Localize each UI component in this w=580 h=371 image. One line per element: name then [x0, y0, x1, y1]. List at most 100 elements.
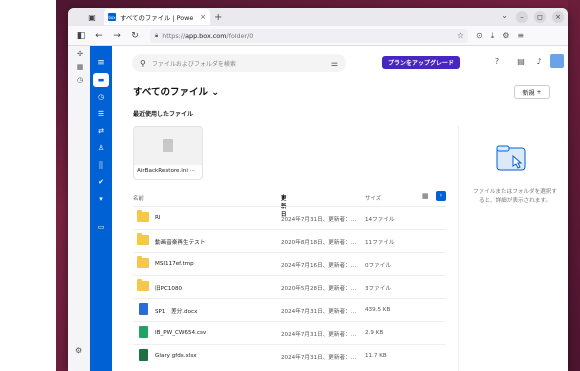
grid-view-icon[interactable]: ▦	[422, 192, 429, 200]
excel-file-icon	[139, 349, 148, 361]
title-dropdown-icon[interactable]: ⌄	[208, 87, 219, 98]
url-prefix: https://	[162, 31, 186, 40]
puzzle-icon[interactable]: ✣	[70, 50, 90, 58]
address-bar[interactable]: 🔒︎ https:// app.box.com /folder/0 ☆	[150, 28, 468, 43]
lock-icon: 🔒︎	[155, 31, 159, 39]
table-row[interactable]: Glary gfds.xlsx 2024年7月31日、更新者：… 11.7 KB	[133, 344, 446, 367]
header-size[interactable]: サイズ	[365, 194, 381, 202]
table-row[interactable]: MSI117ef.tmp 2024年7月16日、更新者：… 0ファイル	[133, 252, 446, 275]
apps-icon[interactable]: ⣿	[90, 158, 112, 172]
new-tab-button[interactable]: +	[214, 12, 222, 23]
details-panel: ファイルまたはフォルダを選択すると、詳細が表示されます。	[458, 126, 568, 371]
file-date: 2020年5月28日、更新者：…	[281, 286, 357, 292]
maximize-button[interactable]: ◻	[534, 11, 546, 23]
file-date: 2024年7月31日、更新者：…	[281, 355, 357, 361]
new-button[interactable]: 新規 +	[514, 85, 550, 99]
recent-heading: 最近使用したファイル	[133, 111, 194, 118]
check-icon[interactable]: ✔	[90, 175, 112, 189]
table-row[interactable]: IB_PW_CW654.csv 2024年7月31日、更新者：… 2.9 KB	[133, 321, 446, 344]
page-title-text: すべてのファイル	[133, 87, 208, 98]
extensions-icon[interactable]: ⚙	[502, 31, 509, 40]
file-date: 2024年7月31日、更新者：…	[281, 332, 357, 338]
history-icon[interactable]: ◷	[70, 76, 90, 84]
recent-file-name: AirBackRestore.ini ···	[137, 168, 195, 174]
trash-icon[interactable]: ▾	[90, 192, 112, 206]
folder-icon	[137, 256, 149, 268]
clipboard-icon[interactable]: ▤	[516, 57, 526, 67]
tab-box-files[interactable]: box すべてのファイル | Powe ×	[104, 9, 210, 25]
folder-icon	[137, 210, 149, 222]
tab-title: すべてのファイル | Powe	[120, 13, 194, 22]
file-name[interactable]: 旧PC1080	[155, 284, 182, 292]
file-icon	[163, 139, 173, 152]
file-name[interactable]: SP1 差分.docx	[155, 307, 197, 315]
more-options-icon[interactable]: ···	[190, 168, 195, 174]
upgrade-button[interactable]: プランをアップグレード	[382, 56, 460, 69]
sidebar-toggle-icon[interactable]: ◧	[76, 31, 86, 41]
sort-arrow-icon: ↓	[281, 194, 286, 200]
reload-icon[interactable]: ↻	[130, 31, 140, 41]
table-row[interactable]: SP1 差分.docx 2024年7月31日、更新者：… 439.5 KB	[133, 298, 446, 321]
window-controls: – ◻ ×	[516, 11, 564, 23]
bookmark-star-icon[interactable]: ☆	[457, 31, 464, 40]
minimize-button[interactable]: –	[516, 11, 528, 23]
recent-file-label: AirBackRestore.ini	[137, 168, 188, 174]
recents-icon[interactable]: ◷	[90, 90, 112, 104]
close-window-button[interactable]: ×	[552, 11, 564, 23]
file-size: 11.7 KB	[365, 353, 387, 359]
browser-window: ▣ box すべてのファイル | Powe × + ⌄ – ◻ × ◧ ← → …	[68, 8, 568, 371]
settings-gear-icon[interactable]: ⚙	[75, 346, 82, 355]
bell-icon[interactable]: ♪	[534, 57, 544, 67]
table-row[interactable]: RI 2024年7月31日、更新者：… 14ファイル	[133, 206, 446, 229]
search-icon: ⚲	[140, 58, 146, 68]
box-favicon-icon: box	[108, 13, 116, 21]
file-name[interactable]: RI	[155, 215, 161, 221]
file-date: 2020年8月18日、更新者：…	[281, 240, 357, 246]
folder-icon	[137, 279, 149, 291]
folder-select-illustration-icon	[496, 145, 526, 171]
details-empty-message: ファイルまたはフォルダを選択すると、詳細が表示されます。	[473, 189, 557, 204]
file-date: 2024年7月31日、更新者：…	[281, 309, 357, 315]
forward-icon[interactable]: →	[112, 31, 122, 41]
folder-icon[interactable]: ▬	[93, 73, 109, 87]
file-size: 0ファイル	[365, 263, 391, 269]
file-name[interactable]: MSI117ef.tmp	[155, 261, 194, 267]
word-file-icon	[139, 303, 148, 315]
recent-file-card[interactable]: AirBackRestore.ini ···	[133, 126, 203, 180]
file-size: 11ファイル	[365, 240, 395, 246]
table-row[interactable]: 動画音楽再生テスト 2020年8月18日、更新者：… 11ファイル	[133, 229, 446, 252]
file-name[interactable]: IB_PW_CW654.csv	[155, 330, 206, 336]
workflow-icon[interactable]: ⇄	[90, 124, 112, 138]
help-icon[interactable]: ?	[492, 57, 502, 67]
details-toggle-button[interactable]: ›	[436, 191, 446, 201]
search-input[interactable]: ⚲ ファイルおよびフォルダを検索 ⚌	[132, 54, 346, 72]
file-size: 3ファイル	[365, 286, 391, 292]
users-icon[interactable]: ♙	[90, 141, 112, 155]
tab-close-icon[interactable]: ×	[200, 13, 206, 21]
desktop-left-area	[0, 0, 56, 371]
file-name[interactable]: Glary gfds.xlsx	[155, 353, 197, 359]
download-icon[interactable]: ⤓	[491, 31, 495, 41]
pocket-icon[interactable]: ⊙	[476, 31, 483, 40]
table-row[interactable]: 旧PC1080 2020年5月28日、更新者：… 3ファイル	[133, 275, 446, 298]
file-size: 2.9 KB	[365, 330, 384, 336]
file-name[interactable]: 動画音楽再生テスト	[155, 238, 205, 246]
tab-overflow-chevron-icon[interactable]: ⌄	[501, 11, 508, 20]
menu-icon[interactable]: ≡	[90, 56, 112, 70]
search-placeholder: ファイルおよびフォルダを検索	[151, 60, 236, 68]
filter-icon[interactable]: ⚌	[331, 59, 338, 68]
file-list: RI 2024年7月31日、更新者：… 14ファイル 動画音楽再生テスト 202…	[133, 206, 446, 367]
bookmark-icon[interactable]: ▦	[70, 63, 90, 71]
notes-icon[interactable]: ▭	[90, 220, 112, 234]
url-host: app.box.com	[185, 31, 227, 40]
desktop-right-area	[568, 0, 580, 371]
tasks-icon[interactable]: ☰	[90, 107, 112, 121]
browser-sidebar-icons: ✣ ▦ ◷	[70, 48, 90, 84]
header-name[interactable]: 名前	[133, 194, 144, 202]
app-menu-icon[interactable]: ≡	[517, 31, 524, 40]
file-date: 2024年7月16日、更新者：…	[281, 263, 357, 269]
csv-file-icon	[139, 326, 148, 338]
tab-list-icon[interactable]: ▣	[86, 11, 98, 23]
avatar[interactable]	[550, 54, 564, 68]
back-icon[interactable]: ←	[94, 31, 104, 41]
